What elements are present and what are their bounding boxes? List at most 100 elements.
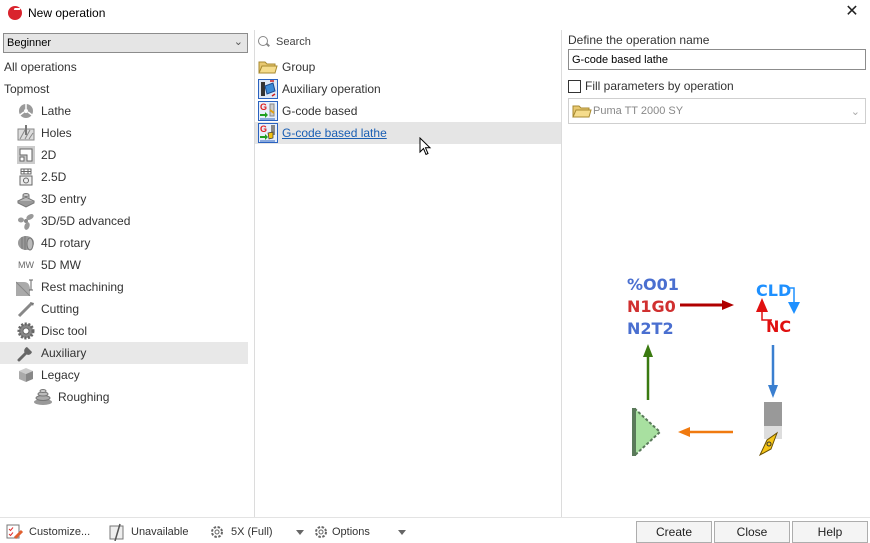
operation-name-input[interactable] (568, 49, 866, 70)
create-button[interactable]: Create (636, 521, 712, 543)
tree-item-label: Cutting (41, 302, 80, 316)
fan-icon (16, 212, 36, 230)
operation-item-gcode-based[interactable]: G G-code based (255, 100, 561, 122)
lathe-icon (16, 102, 36, 120)
tree-item-label: Holes (41, 126, 72, 140)
title-bar: New operation ✕ (0, 0, 870, 27)
code-line-3: N2T2 (627, 319, 674, 338)
tree-item-legacy[interactable]: Legacy (0, 364, 248, 386)
operation-label: Auxiliary operation (282, 82, 381, 96)
gear-icon (208, 524, 226, 540)
close-window-button[interactable]: ✕ (842, 2, 862, 22)
tree-item-label: Rest machining (41, 280, 124, 294)
level-select[interactable]: Beginner ⌄ (3, 33, 248, 53)
tree-item-label: Disc tool (41, 324, 88, 338)
app-logo-icon (8, 6, 22, 20)
disc-tool-icon (16, 322, 36, 340)
operations-panel: Search Group Auxiliary operation G G-cod… (254, 30, 561, 517)
tree-item-5d-mw[interactable]: MW 5D MW (0, 254, 248, 276)
mouse-cursor-icon (419, 137, 432, 156)
folder-icon (258, 57, 278, 77)
roughing-icon (33, 388, 53, 406)
tree-item-label: 4D rotary (41, 236, 91, 250)
rotary-icon (16, 234, 36, 252)
folder-icon (572, 105, 592, 118)
arrow-up-green-icon (643, 344, 653, 400)
gcode-lathe-icon: G (258, 123, 278, 143)
tree-item-all-operations[interactable]: All operations (0, 56, 248, 78)
mw-icon: MW (18, 260, 34, 270)
arrow-down-blue-icon (768, 345, 778, 398)
chevron-down-icon: ⌄ (233, 36, 243, 48)
operation-item-auxiliary-operation[interactable]: Auxiliary operation (255, 78, 561, 100)
unavailable-label: Unavailable (131, 526, 189, 538)
tree-item-2-5d[interactable]: 2.5D (0, 166, 248, 188)
tree-item-label: Topmost (4, 82, 50, 96)
rest-machining-icon (16, 278, 36, 296)
tree-item-label: 2.5D (41, 170, 67, 184)
close-button[interactable]: Close (714, 521, 790, 543)
tree-item-rest-machining[interactable]: Rest machining (0, 276, 248, 298)
tree-item-label: 2D (41, 148, 57, 162)
svg-text:G: G (260, 124, 267, 134)
options-dropdown[interactable]: Options (312, 523, 370, 541)
tree-item-3d-5d-advanced[interactable]: 3D/5D advanced (0, 210, 248, 232)
search-input[interactable]: Search (257, 33, 311, 51)
svg-text:G: G (260, 102, 267, 112)
tree-item-label: 3D/5D advanced (41, 214, 131, 228)
play-triangle-icon (632, 405, 662, 459)
category-panel: Beginner ⌄ All operations Topmost Lathe … (0, 30, 253, 517)
legacy-icon (16, 366, 36, 384)
search-icon (257, 35, 271, 49)
new-operation-dialog: New operation ✕ Beginner ⌄ All operation… (0, 0, 870, 543)
tree-item-lathe[interactable]: Lathe (0, 100, 248, 122)
2-5d-icon (16, 168, 36, 186)
unavailable-button[interactable]: Unavailable (108, 523, 188, 541)
tree-item-disc-tool[interactable]: Disc tool (0, 320, 248, 342)
tree-item-label: 5D MW (41, 258, 81, 272)
tree-item-label: Lathe (41, 104, 72, 118)
wrench-icon (16, 344, 36, 362)
fill-parameters-checkbox[interactable] (568, 79, 581, 93)
level-select-value: Beginner (7, 37, 52, 49)
tree-item-roughing[interactable]: Roughing (0, 386, 248, 408)
gcode-icon: G (258, 101, 278, 121)
tree-item-holes[interactable]: Holes (0, 122, 248, 144)
machine-select[interactable]: Puma TT 2000 SY ⌄ (568, 98, 866, 124)
turning-tool-icon (758, 402, 782, 457)
mode-label: 5X (Full) (231, 526, 273, 538)
mode-dropdown-arrow-icon[interactable] (296, 530, 304, 535)
tree-item-3d-entry[interactable]: 3D entry (0, 188, 248, 210)
search-placeholder: Search (276, 36, 311, 48)
customize-button[interactable]: Customize... (6, 523, 90, 541)
tree-item-2d[interactable]: 2D (0, 144, 248, 166)
customize-icon (6, 524, 24, 540)
arrow-right-red-icon (680, 300, 734, 310)
operation-item-group[interactable]: Group (255, 56, 561, 78)
cutting-icon (16, 300, 36, 318)
tree-item-auxiliary[interactable]: Auxiliary (0, 342, 248, 364)
fill-parameters-row[interactable]: Fill parameters by operation (568, 79, 734, 93)
auxiliary-operation-icon (258, 79, 278, 99)
operation-label: G-code based lathe (282, 126, 387, 140)
machine-select-value: Puma TT 2000 SY (593, 105, 684, 117)
tree-item-topmost[interactable]: Topmost (0, 78, 248, 100)
tree-item-label: Auxiliary (41, 346, 87, 360)
code-line-2: N1G0 (627, 297, 676, 316)
options-dropdown-arrow-icon[interactable] (398, 530, 406, 535)
operation-item-gcode-based-lathe[interactable]: G G-code based lathe (255, 122, 561, 144)
define-name-label: Define the operation name (568, 33, 710, 47)
window-title: New operation (28, 6, 106, 20)
3d-entry-icon (16, 190, 36, 208)
holes-icon (16, 124, 36, 142)
gcode-workflow-diagram: %O01 N1G0 N2T2 CLD NC (627, 275, 800, 459)
cld-label: CLD (756, 281, 791, 300)
chevron-down-icon: ⌄ (850, 106, 860, 118)
tree-item-4d-rotary[interactable]: 4D rotary (0, 232, 248, 254)
mode-dropdown[interactable]: 5X (Full) (208, 523, 273, 541)
help-button[interactable]: Help (792, 521, 868, 543)
tree-item-label: All operations (4, 60, 77, 74)
arrow-left-orange-icon (678, 427, 733, 437)
tree-item-cutting[interactable]: Cutting (0, 298, 248, 320)
tree-item-label: 3D entry (41, 192, 87, 206)
